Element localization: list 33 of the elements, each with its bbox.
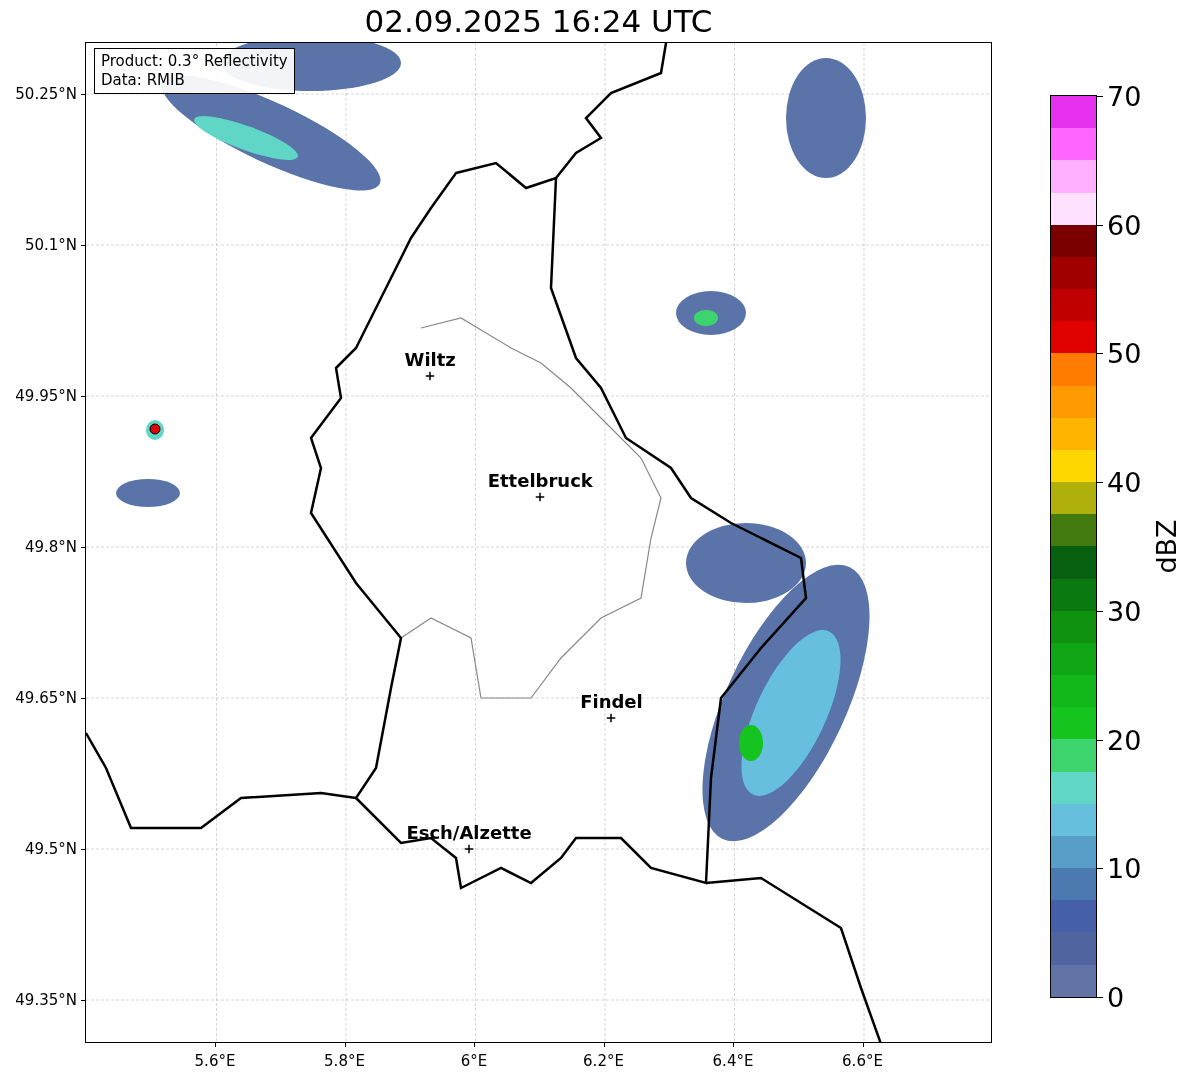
colorbar-tick-label: 10 <box>1107 854 1142 882</box>
colorbar-tick-label: 50 <box>1107 339 1142 367</box>
axis-tick-label: 50.1°N <box>24 236 77 255</box>
city-label: Esch/Alzette <box>406 822 532 844</box>
axis-tick-label: 5.6°E <box>194 1052 236 1071</box>
cross-marker-icon <box>464 844 474 854</box>
axis-tick-label: 6.6°E <box>842 1052 883 1071</box>
city-label: Wiltz <box>404 349 456 371</box>
axis-tick-label: 49.8°N <box>24 538 77 557</box>
cross-marker-icon <box>606 714 616 723</box>
colorbar-tick-label: 30 <box>1107 597 1142 625</box>
cross-marker-icon <box>425 371 435 381</box>
cross-marker-icon <box>535 492 545 502</box>
colorbar-tick-label: 60 <box>1107 211 1142 239</box>
colorbar-tick-label: 70 <box>1107 82 1142 110</box>
colorbar-tick-label: 20 <box>1107 726 1142 754</box>
axis-tick-label: 50.25°N <box>15 85 77 104</box>
colorbar-tick-label: 0 <box>1107 983 1125 1011</box>
colorbar-tick-label: 40 <box>1107 468 1142 496</box>
plot-title: 02.09.2025 16:24 UTC <box>364 5 713 37</box>
axis-tick-label: 5.8°E <box>324 1052 365 1071</box>
axis-tick-label: 49.65°N <box>15 689 77 708</box>
info-text: Data: RMIB <box>101 71 186 91</box>
city-label: Findel <box>580 691 643 713</box>
colorbar-label: dBZ <box>1150 519 1182 574</box>
info-text: Product: 0.3° Reflectivity <box>101 52 288 72</box>
axis-tick-label: 6.2°E <box>583 1052 624 1071</box>
axis-tick-label: 49.95°N <box>15 387 77 406</box>
axis-tick-label: 6°E <box>460 1052 488 1071</box>
axis-tick-label: 49.35°N <box>15 991 77 1010</box>
axis-tick-label: 6.4°E <box>712 1052 754 1071</box>
axis-tick-label: 49.5°N <box>24 840 77 859</box>
city-label: Ettelbruck <box>487 470 593 491</box>
